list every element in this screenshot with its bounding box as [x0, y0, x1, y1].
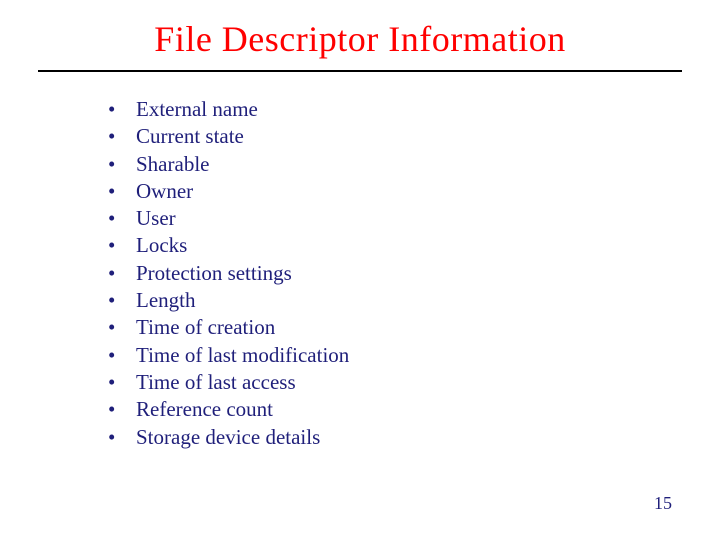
list-item: • Sharable — [108, 151, 720, 178]
list-item-label: Locks — [136, 232, 187, 259]
page-title: File Descriptor Information — [0, 0, 720, 70]
bullet-icon: • — [108, 123, 136, 150]
bullet-icon: • — [108, 369, 136, 396]
list-item: • Length — [108, 287, 720, 314]
list-item: • Time of creation — [108, 314, 720, 341]
bullet-icon: • — [108, 151, 136, 178]
list-item-label: Current state — [136, 123, 244, 150]
page-number: 15 — [654, 493, 672, 514]
content-area: • External name • Current state • Sharab… — [108, 96, 720, 451]
list-item-label: Length — [136, 287, 195, 314]
bullet-icon: • — [108, 232, 136, 259]
list-item-label: Time of creation — [136, 314, 275, 341]
list-item: • Owner — [108, 178, 720, 205]
bullet-icon: • — [108, 260, 136, 287]
bullet-icon: • — [108, 342, 136, 369]
list-item-label: Protection settings — [136, 260, 292, 287]
list-item: • Storage device details — [108, 424, 720, 451]
list-item: • External name — [108, 96, 720, 123]
list-item-label: Reference count — [136, 396, 273, 423]
bullet-icon: • — [108, 178, 136, 205]
list-item-label: Time of last modification — [136, 342, 349, 369]
slide: File Descriptor Information • External n… — [0, 0, 720, 540]
bullet-icon: • — [108, 424, 136, 451]
list-item: • Reference count — [108, 396, 720, 423]
bullet-icon: • — [108, 287, 136, 314]
bullet-icon: • — [108, 314, 136, 341]
list-item: • User — [108, 205, 720, 232]
list-item-label: Sharable — [136, 151, 209, 178]
title-underline — [38, 70, 682, 72]
list-item-label: External name — [136, 96, 258, 123]
list-item-label: User — [136, 205, 176, 232]
list-item: • Time of last modification — [108, 342, 720, 369]
bullet-icon: • — [108, 205, 136, 232]
bullet-icon: • — [108, 396, 136, 423]
list-item-label: Time of last access — [136, 369, 296, 396]
list-item-label: Storage device details — [136, 424, 320, 451]
list-item-label: Owner — [136, 178, 193, 205]
bullet-list: • External name • Current state • Sharab… — [108, 96, 720, 451]
list-item: • Time of last access — [108, 369, 720, 396]
list-item: • Current state — [108, 123, 720, 150]
list-item: • Locks — [108, 232, 720, 259]
bullet-icon: • — [108, 96, 136, 123]
list-item: • Protection settings — [108, 260, 720, 287]
